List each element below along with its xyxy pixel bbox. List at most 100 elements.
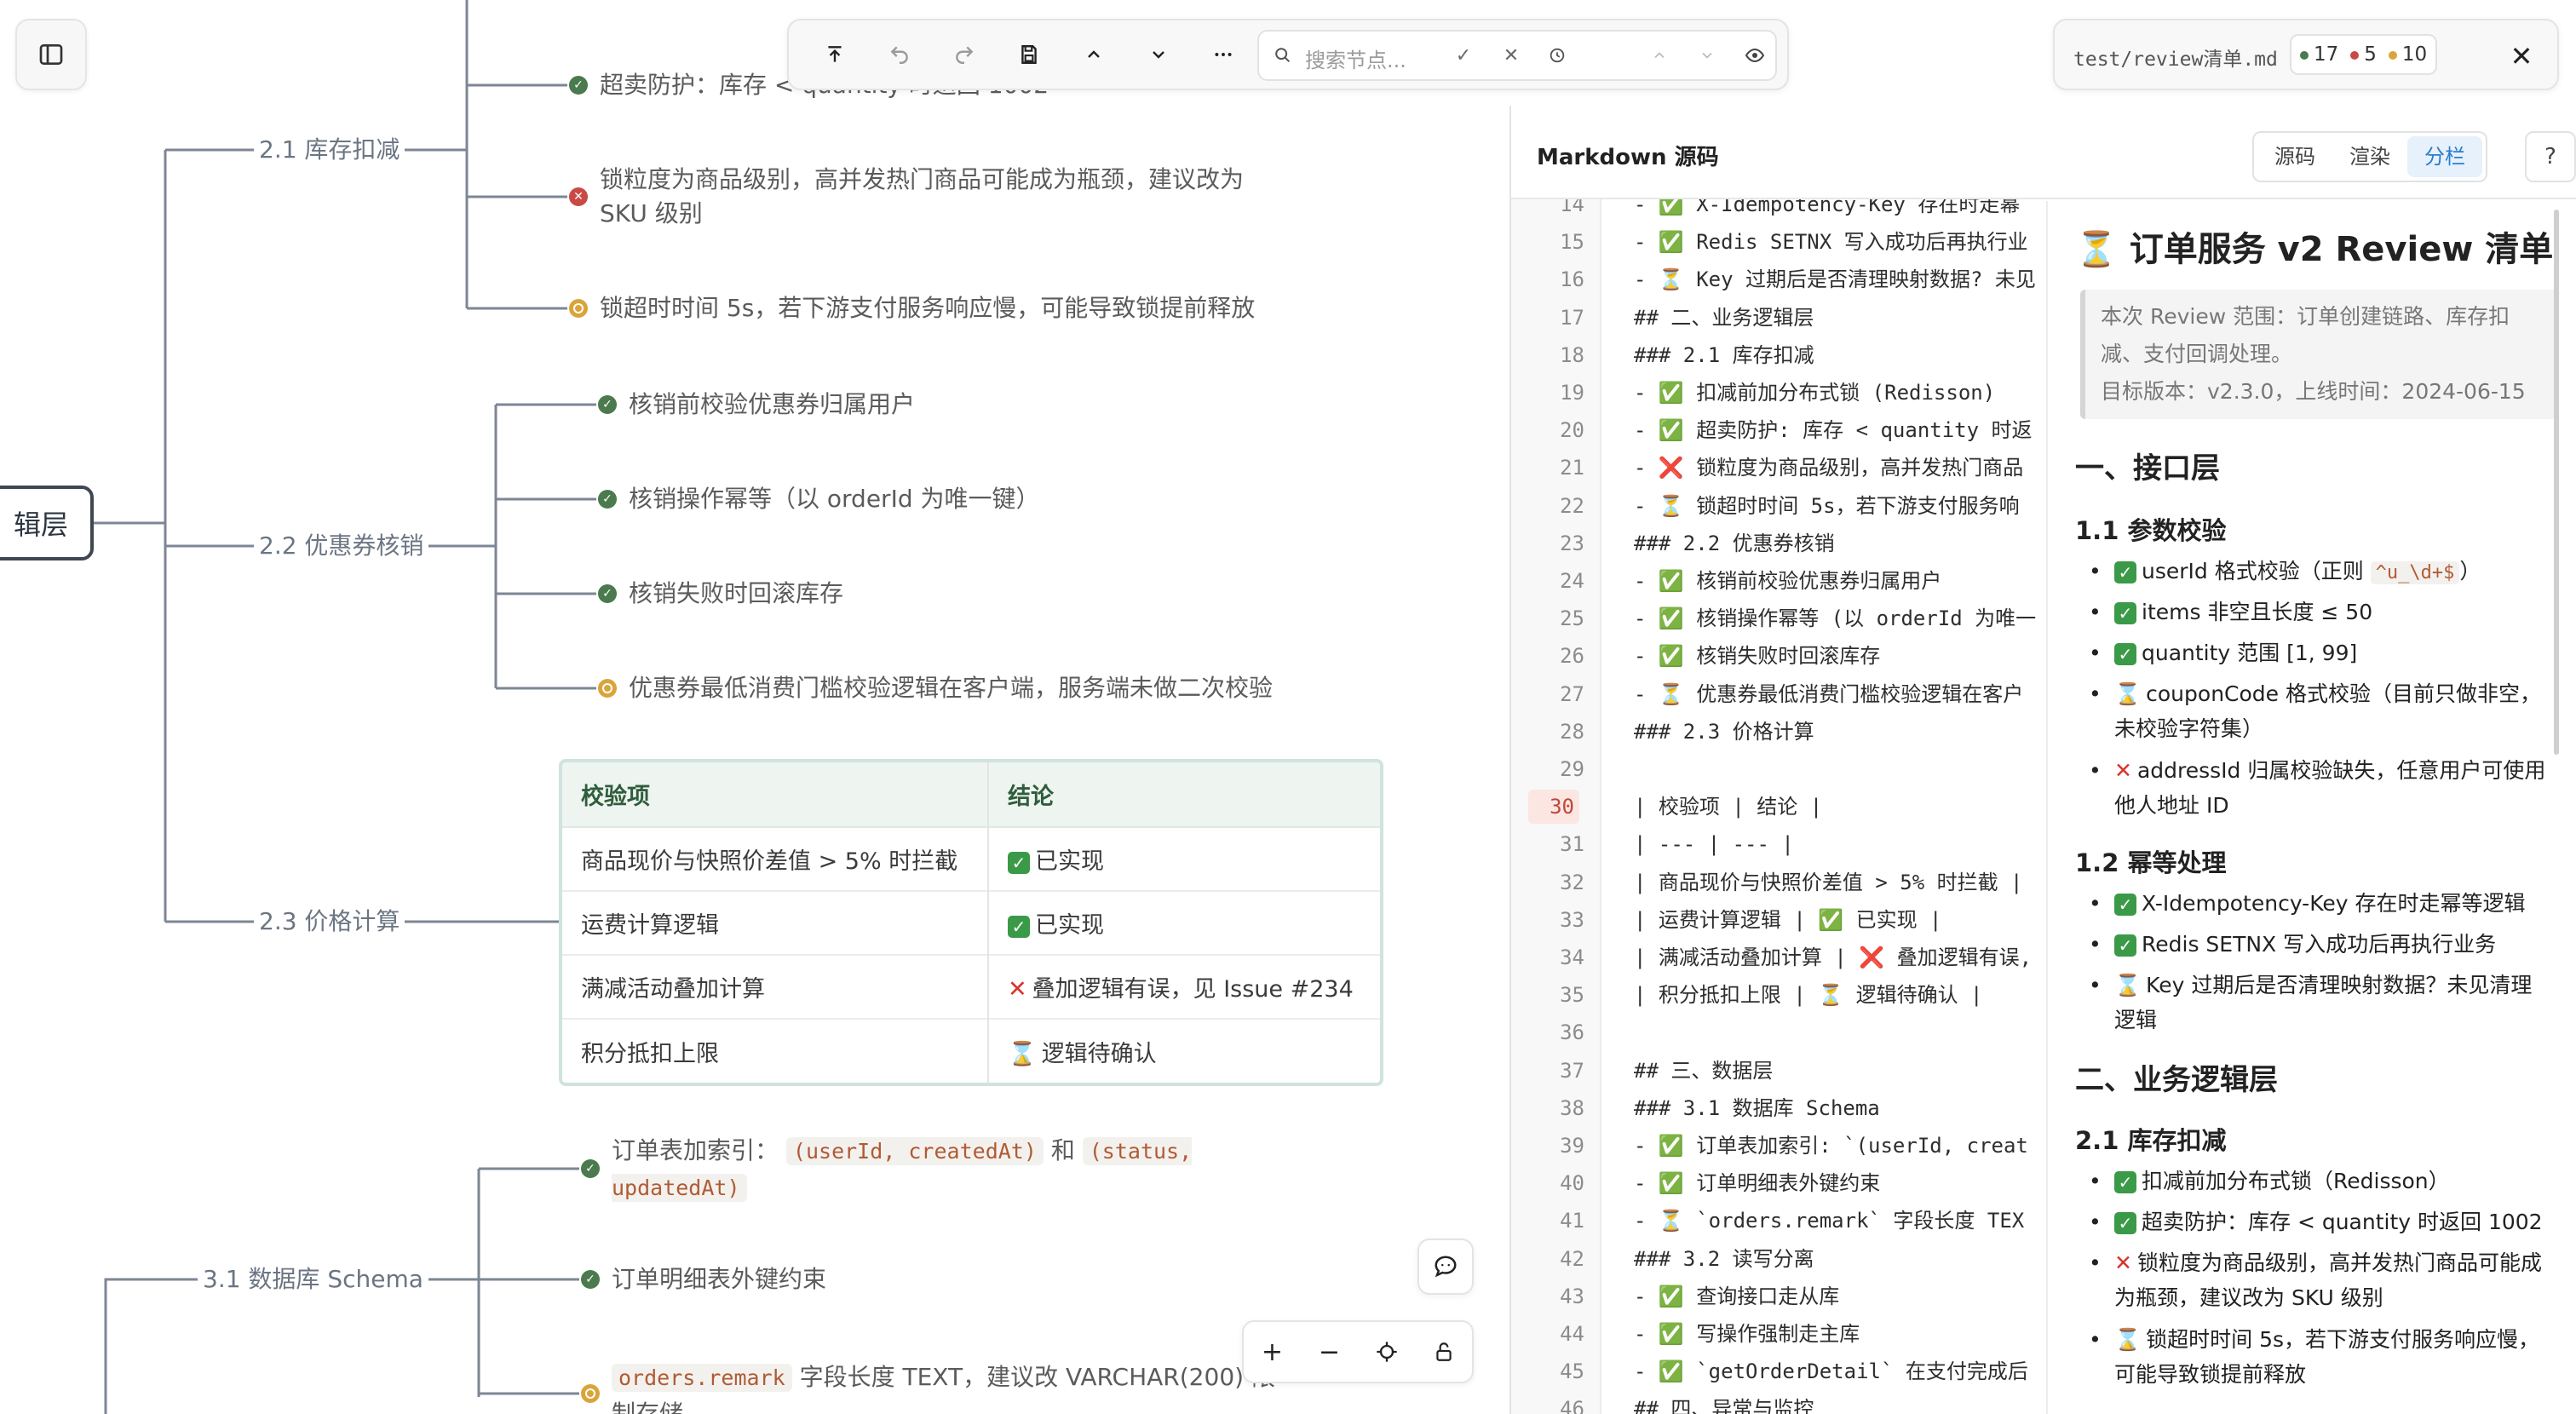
toggle-sidebar-button[interactable] [15, 19, 87, 90]
item-text: ） [2459, 559, 2481, 583]
undo-icon [890, 46, 908, 64]
line-number-gutter: 14 15 16 17 18 19 20 21 22 23 24 25 26 27 28 29 30 31 32 33… [1511, 199, 1601, 1414]
more-button[interactable] [1203, 34, 1244, 75]
fail-count-value: 5 [2364, 43, 2377, 66]
zoom-out-button[interactable]: − [1309, 1331, 1350, 1372]
markdown-panel: Markdown 源码 源码 渲染 分栏 ? 14 15 16 17 18 19 20 21 2… [1509, 106, 2576, 1414]
preview-h3: 2.1 库存扣减 [2075, 1126, 2227, 1155]
tab-source[interactable]: 源码 [2257, 136, 2332, 177]
preview-list-item: ⌛couponCode 格式校验（目前只做非空，未校验字符集） [2080, 676, 2547, 746]
tab-split[interactable]: 分栏 [2407, 136, 2482, 177]
table-row: 商品现价与快照价差值 > 5% 时拦截 ✓ 已实现 [562, 826, 1380, 891]
item-text: Redis SETNX 写入成功后再执行业务 [2142, 932, 2497, 957]
inline-code: ^u_\d+$ [2370, 561, 2460, 584]
mindmap-root-node[interactable]: 辑层 [0, 486, 94, 560]
undo-button[interactable] [879, 34, 920, 75]
source-editor[interactable]: - ✅ X-Idempotency-Key 存在时走幂 - ✅ Redis SET… [1601, 199, 2104, 1414]
code-line: ### 2.2 优惠券核销 [1634, 532, 1835, 555]
line-number: 27 [1560, 682, 1584, 706]
rendered-preview[interactable]: ⏳ 订单服务 v2 Review 清单 本次 Review 范围：订单创建链路、… [2046, 201, 2566, 1414]
go-top-button[interactable] [814, 34, 855, 75]
more-icon [1215, 53, 1232, 56]
line-number: 23 [1560, 532, 1584, 555]
preview-h2: 二、业务逻辑层 [2075, 1063, 2278, 1097]
code-line: - ❌ 锁粒度为商品级别，高并发热门商品 [1634, 456, 2024, 480]
code-line: ### 3.1 数据库 Schema [1634, 1096, 1880, 1120]
hourglass-icon: ⌛ [2114, 973, 2142, 997]
markdown-panel-header: Markdown 源码 源码 渲染 分栏 ? [1511, 106, 2576, 199]
line-number: 44 [1560, 1322, 1584, 1346]
table-cell-result: ✓ 已实现 [987, 826, 1380, 891]
branch-2-1[interactable]: 2.1 库存扣减 [254, 133, 405, 167]
inline-code: (userId, createdAt) [785, 1137, 1044, 1165]
redo-button[interactable] [944, 34, 985, 75]
leaf-2-2-3[interactable]: 核销失败时回滚库存 [629, 577, 843, 611]
tab-rendered[interactable]: 渲染 [2332, 136, 2407, 177]
leaf-3-1-3[interactable]: orders.remark 字段长度 TEXT，建议改 VARCHAR(200)… [612, 1359, 1276, 1414]
line-number: 19 [1560, 381, 1584, 405]
leaf-2-2-2[interactable]: 核销操作幂等（以 orderId 为唯一键） [629, 482, 1040, 516]
table-row: 满减活动叠加计算 ✕ 叠加逻辑有误，见 Issue #234 [562, 954, 1380, 1019]
eye-icon[interactable] [1738, 38, 1772, 72]
item-text: Key 过期后是否清理映射数据？未见清理逻辑 [2114, 973, 2533, 1032]
code-line: ### 3.2 读写分离 [1634, 1247, 1814, 1271]
leaf-2-1-2[interactable]: 锁粒度为商品级别，高并发热门商品可能成为瓶颈，建议改为 SKU 级别 [600, 163, 1264, 231]
table-cell-item: 满减活动叠加计算 [562, 954, 988, 1019]
leaf-2-1-3[interactable]: 锁超时时间 5s，若下游支付服务响应慢，可能导致锁提前释放 [600, 291, 1255, 325]
line-number: 22 [1560, 494, 1584, 518]
pending-count-value: 10 [2401, 43, 2428, 66]
line-number: 43 [1560, 1285, 1584, 1308]
branch-2-2[interactable]: 2.2 优惠券核销 [254, 529, 429, 563]
arrow-to-top-icon [828, 46, 842, 62]
comment-button[interactable] [1417, 1239, 1474, 1295]
status-done-icon: ✓ [598, 395, 617, 414]
branch-3-1[interactable]: 3.1 数据库 Schema [198, 1262, 428, 1296]
preview-list-item: ✓ 扣减前加分布式锁（Redisson） [2080, 1164, 2547, 1198]
chevron-down-icon [1153, 51, 1164, 59]
save-button[interactable] [1009, 34, 1049, 75]
table-header-result: 结论 [987, 762, 1380, 828]
item-text: addressId 归属校验缺失，任意用户可使用他人地址 ID [2114, 758, 2546, 818]
line-number: 24 [1560, 569, 1584, 593]
item-text: 超卖防护：库存 < quantity 时返回 1002 [2142, 1210, 2543, 1234]
fit-view-button[interactable] [1366, 1331, 1407, 1372]
leaf-3-1-1[interactable]: 订单表加索引： (userId, createdAt) 和 (status, u… [612, 1133, 1208, 1206]
help-button[interactable]: ? [2525, 131, 2576, 182]
code-line: ## 三、数据层 [1634, 1059, 1774, 1083]
item-text: 锁粒度为商品级别，高并发热门商品可能成为瓶颈，建议改为 SKU 级别 [2114, 1250, 2542, 1310]
line-number: 32 [1560, 871, 1584, 894]
status-pending-icon [581, 1384, 600, 1403]
preview-list-item: ✓ quantity 范围 [1, 99] [2080, 635, 2547, 670]
prev-match-icon[interactable] [1642, 38, 1676, 72]
history-clock-icon[interactable] [1540, 38, 1574, 72]
node-search-box[interactable]: 搜索节点... ✓ ✕ [1257, 30, 1777, 81]
table-cell-result: ✓ 已实现 [987, 890, 1380, 955]
branch-2-3[interactable]: 2.3 价格计算 [254, 905, 405, 939]
preview-list-item: ⌛锁超时时间 5s，若下游支付服务响应慢，可能导致锁提前释放 [2080, 1322, 2547, 1392]
lock-button[interactable] [1423, 1331, 1464, 1372]
code-line: ### 2.3 价格计算 [1634, 720, 1814, 744]
close-icon[interactable]: ✕ [2501, 36, 2542, 77]
leaf-2-2-1[interactable]: 核销前校验优惠券归属用户 [629, 388, 915, 422]
unlock-icon [1435, 1342, 1452, 1361]
clear-close-icon[interactable]: ✕ [1494, 38, 1528, 72]
preview-scrollbar[interactable] [2554, 210, 2559, 755]
zoom-in-button[interactable]: + [1252, 1331, 1293, 1372]
leaf-3-1-2[interactable]: 订单明细表外键约束 [612, 1262, 826, 1296]
check-icon: ✓ [1008, 851, 1030, 874]
preview-title: ⏳ 订单服务 v2 Review 清单 [2075, 230, 2554, 269]
price-check-table[interactable]: 校验项 结论 商品现价与快照价差值 > 5% 时拦截 ✓ 已实现 运费计算逻辑 ✓… [559, 759, 1383, 1086]
leaf-2-2-4[interactable]: 优惠券最低消费门槛校验逻辑在客户端，服务端未做二次校验 [629, 671, 1273, 705]
item-text: 扣减前加分布式锁（Redisson） [2142, 1169, 2450, 1193]
search-input[interactable]: 搜索节点... [1305, 43, 1406, 73]
mindmap-canvas[interactable]: 辑层 2.1 库存扣减 2.2 优惠券核销 2.3 价格计算 3.1 数据库 S… [0, 0, 1509, 1414]
expand-down-button[interactable] [1138, 34, 1179, 75]
next-match-icon[interactable] [1690, 38, 1724, 72]
preview-h2: 一、接口层 [2075, 451, 2220, 486]
hourglass-icon: ⌛ [1008, 1040, 1037, 1067]
collapse-up-button[interactable] [1073, 34, 1114, 75]
done-count-value: 17 [2314, 43, 2339, 66]
status-done-icon: ✓ [581, 1270, 600, 1289]
status-done-icon: ✓ [581, 1159, 600, 1178]
confirm-check-icon[interactable]: ✓ [1446, 38, 1481, 72]
